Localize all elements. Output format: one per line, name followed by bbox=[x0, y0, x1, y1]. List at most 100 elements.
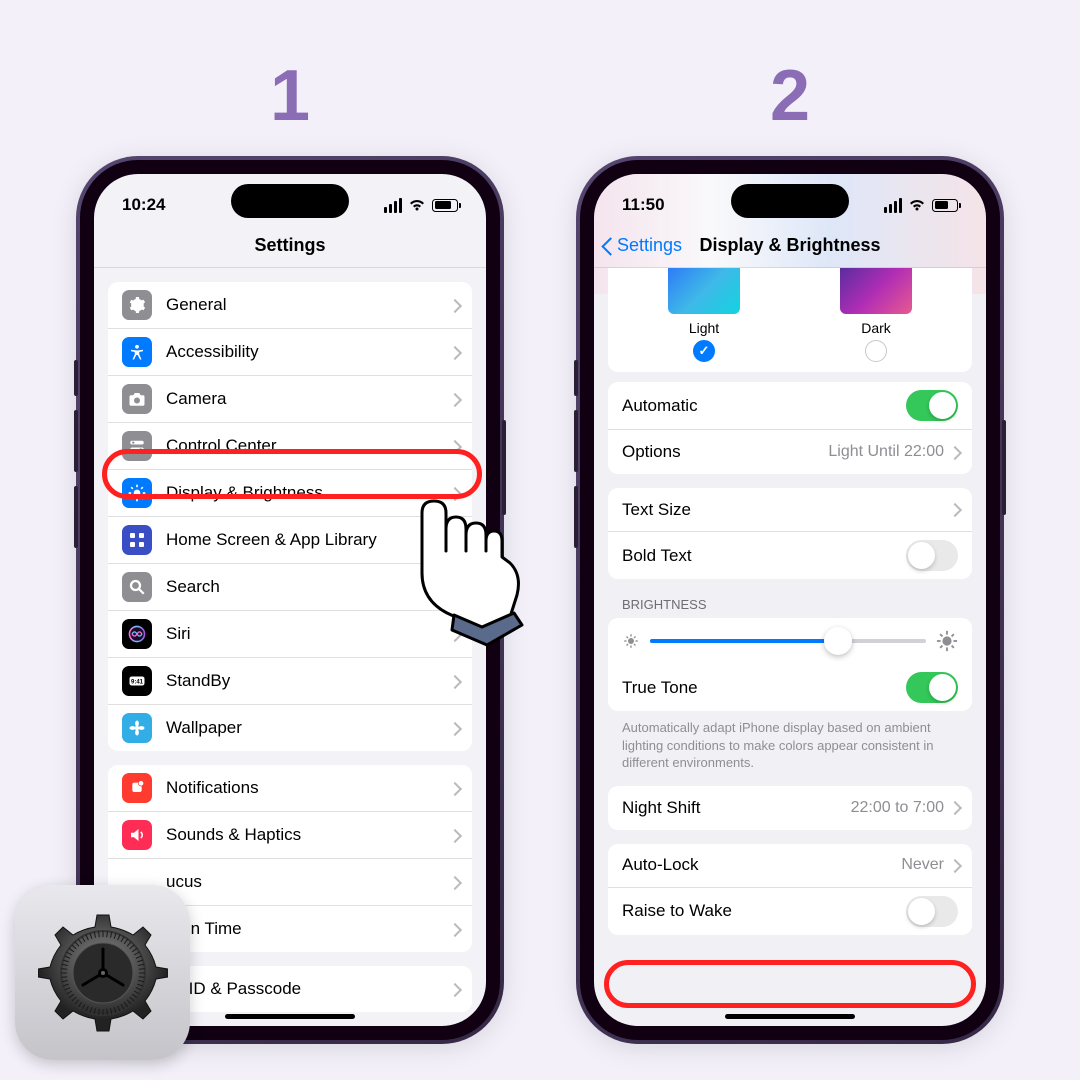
settings-row-sounds-haptics[interactable]: Sounds & Haptics bbox=[108, 812, 472, 859]
row-true-tone[interactable]: True Tone bbox=[608, 664, 972, 711]
row-label: True Tone bbox=[622, 678, 906, 698]
chevron-right-icon bbox=[450, 675, 458, 688]
row-label: Options bbox=[622, 442, 828, 462]
row-label: Notifications bbox=[166, 778, 450, 798]
wallpaper-icon bbox=[122, 713, 152, 743]
row-label: Camera bbox=[166, 389, 450, 409]
settings-row-general[interactable]: General bbox=[108, 282, 472, 329]
wifi-icon bbox=[408, 199, 426, 212]
row-label: Control Center bbox=[166, 436, 450, 456]
back-label: Settings bbox=[617, 235, 682, 256]
signal-icon bbox=[884, 198, 902, 213]
settings-app-icon bbox=[15, 885, 190, 1060]
row-raise-to-wake[interactable]: Raise to Wake bbox=[608, 888, 972, 935]
row-auto-lock[interactable]: Auto-LockNever bbox=[608, 844, 972, 888]
chevron-right-icon bbox=[450, 923, 458, 936]
speaker-icon bbox=[122, 820, 152, 850]
appearance-option-light[interactable]: Light bbox=[618, 268, 790, 362]
accessibility-icon bbox=[122, 337, 152, 367]
clock: 10:24 bbox=[122, 195, 165, 215]
radio-unselected-icon bbox=[865, 340, 887, 362]
section-header-brightness: BRIGHTNESS bbox=[594, 579, 986, 618]
page-title: Settings bbox=[254, 235, 325, 256]
row-label: Automatic bbox=[622, 396, 906, 416]
back-button[interactable]: Settings bbox=[602, 235, 682, 256]
svg-text:9:41: 9:41 bbox=[131, 679, 144, 685]
phone-frame-2: 11:50 Settings Display & Brightness Ligh… bbox=[580, 160, 1000, 1040]
row-label: ce ID & Passcode bbox=[166, 979, 450, 999]
home-indicator bbox=[725, 1014, 855, 1019]
toggle-true-tone[interactable] bbox=[906, 672, 958, 703]
settings-row-standby[interactable]: 9:41 StandBy bbox=[108, 658, 472, 705]
chevron-right-icon bbox=[450, 876, 458, 889]
row-detail: 22:00 to 7:00 bbox=[851, 799, 944, 817]
camera-icon bbox=[122, 384, 152, 414]
chevron-right-icon bbox=[950, 859, 958, 872]
chevron-right-icon bbox=[450, 829, 458, 842]
highlight-raise-to-wake bbox=[604, 960, 976, 1008]
page-title: Display & Brightness bbox=[699, 235, 880, 256]
row-label: ucus bbox=[166, 872, 450, 892]
chevron-right-icon bbox=[450, 722, 458, 735]
row-automatic[interactable]: Automatic bbox=[608, 382, 972, 430]
row-label: Wallpaper bbox=[166, 718, 450, 738]
settings-row-wallpaper[interactable]: Wallpaper bbox=[108, 705, 472, 751]
true-tone-footer: Automatically adapt iPhone display based… bbox=[594, 711, 986, 772]
row-label: Text Size bbox=[622, 500, 950, 520]
brightness-slider-row bbox=[608, 618, 972, 664]
step-number-2: 2 bbox=[770, 55, 810, 137]
pointing-hand-icon bbox=[382, 495, 532, 655]
row-options[interactable]: OptionsLight Until 22:00 bbox=[608, 430, 972, 474]
row-night-shift[interactable]: Night Shift22:00 to 7:00 bbox=[608, 786, 972, 830]
row-bold-text[interactable]: Bold Text bbox=[608, 532, 972, 579]
signal-icon bbox=[384, 198, 402, 213]
row-label: Night Shift bbox=[622, 798, 851, 818]
row-text-size[interactable]: Text Size bbox=[608, 488, 972, 532]
sun-small-icon bbox=[622, 632, 640, 650]
appearance-label: Light bbox=[618, 320, 790, 336]
row-label: Accessibility bbox=[166, 342, 450, 362]
row-label: Sounds & Haptics bbox=[166, 825, 450, 845]
home-grid-icon bbox=[122, 525, 152, 555]
nav-bar: Settings Display & Brightness bbox=[594, 224, 986, 268]
row-label: General bbox=[166, 295, 450, 315]
switches-icon bbox=[122, 431, 152, 461]
settings-row-notifications[interactable]: Notifications bbox=[108, 765, 472, 812]
search-icon bbox=[122, 572, 152, 602]
gear-icon bbox=[122, 290, 152, 320]
row-label: Auto-Lock bbox=[622, 855, 901, 875]
siri-icon bbox=[122, 619, 152, 649]
chevron-right-icon bbox=[450, 983, 458, 996]
settings-row-accessibility[interactable]: Accessibility bbox=[108, 329, 472, 376]
row-detail: Never bbox=[901, 856, 944, 874]
dark-thumbnail bbox=[840, 268, 912, 314]
clock: 11:50 bbox=[622, 195, 665, 215]
row-detail: Light Until 22:00 bbox=[828, 443, 944, 461]
brightness-icon bbox=[122, 478, 152, 508]
toggle-automatic[interactable] bbox=[906, 390, 958, 421]
row-label: Raise to Wake bbox=[622, 901, 906, 921]
step-number-1: 1 bbox=[270, 55, 310, 137]
chevron-right-icon bbox=[950, 446, 958, 459]
appearance-picker: Light Dark bbox=[608, 268, 972, 372]
bell-icon bbox=[122, 773, 152, 803]
chevron-right-icon bbox=[950, 801, 958, 814]
appearance-option-dark[interactable]: Dark bbox=[790, 268, 962, 362]
chevron-right-icon bbox=[950, 503, 958, 516]
chevron-right-icon bbox=[450, 440, 458, 453]
chevron-right-icon bbox=[450, 346, 458, 359]
row-label: reen Time bbox=[166, 919, 450, 939]
chevron-right-icon bbox=[450, 782, 458, 795]
settings-row-camera[interactable]: Camera bbox=[108, 376, 472, 423]
row-label: StandBy bbox=[166, 671, 450, 691]
dynamic-island bbox=[231, 184, 349, 218]
appearance-label: Dark bbox=[790, 320, 962, 336]
chevron-right-icon bbox=[450, 393, 458, 406]
brightness-slider[interactable] bbox=[650, 639, 926, 643]
radio-selected-icon bbox=[693, 340, 715, 362]
toggle-raise-to-wake[interactable] bbox=[906, 896, 958, 927]
light-thumbnail bbox=[668, 268, 740, 314]
settings-row-control-center[interactable]: Control Center bbox=[108, 423, 472, 470]
toggle-bold-text[interactable] bbox=[906, 540, 958, 571]
chevron-right-icon bbox=[450, 299, 458, 312]
